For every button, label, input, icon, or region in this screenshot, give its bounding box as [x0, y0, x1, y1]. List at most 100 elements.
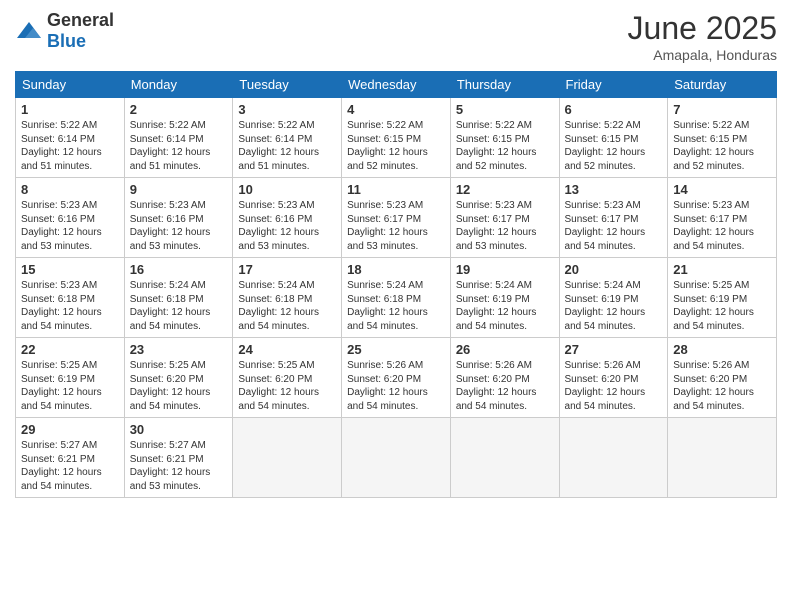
day-number: 5 — [456, 102, 554, 117]
table-row: 14Sunrise: 5:23 AMSunset: 6:17 PMDayligh… — [668, 178, 777, 258]
logo-icon — [15, 20, 43, 42]
day-info: Sunrise: 5:22 AMSunset: 6:14 PMDaylight:… — [130, 119, 228, 173]
table-row — [233, 418, 342, 498]
day-number: 8 — [21, 182, 119, 197]
day-number: 4 — [347, 102, 445, 117]
table-row: 10 Sunrise: 5:23 AMSunset: 6:16 PMDayligh… — [233, 178, 342, 258]
table-row: 30Sunrise: 5:27 AMSunset: 6:21 PMDayligh… — [124, 418, 233, 498]
day-number: 18 — [347, 262, 445, 277]
weekday-header-row: Sunday Monday Tuesday Wednesday Thursday… — [16, 72, 777, 98]
table-row: 3 Sunrise: 5:22 AMSunset: 6:14 PMDaylight… — [233, 98, 342, 178]
header-wednesday: Wednesday — [342, 72, 451, 98]
calendar-table: Sunday Monday Tuesday Wednesday Thursday… — [15, 71, 777, 498]
header: General Blue June 2025 Amapala, Honduras — [15, 10, 777, 63]
logo-text: General Blue — [47, 10, 114, 52]
table-row: 7Sunrise: 5:22 AMSunset: 6:15 PMDaylight… — [668, 98, 777, 178]
day-info: Sunrise: 5:22 AMSunset: 6:15 PMDaylight:… — [347, 119, 445, 173]
day-number: 28 — [673, 342, 771, 357]
day-number: 21 — [673, 262, 771, 277]
day-info: Sunrise: 5:27 AMSunset: 6:21 PMDaylight:… — [130, 439, 228, 493]
day-number: 6 — [565, 102, 663, 117]
day-number: 2 — [130, 102, 228, 117]
day-info: Sunrise: 5:23 AMSunset: 6:17 PMDaylight:… — [456, 199, 554, 253]
table-row: 29 Sunrise: 5:27 AMSunset: 6:21 PMDayligh… — [16, 418, 125, 498]
header-friday: Friday — [559, 72, 668, 98]
table-row: 19 Sunrise: 5:24 AMSunset: 6:19 PMDayligh… — [450, 258, 559, 338]
table-row — [342, 418, 451, 498]
day-info: Sunrise: 5:25 AMSunset: 6:19 PMDaylight:… — [673, 279, 771, 333]
day-info: Sunrise: 5:22 AMSunset: 6:14 PMDaylight:… — [238, 119, 336, 173]
table-row: 6 Sunrise: 5:22 AMSunset: 6:15 PMDaylight… — [559, 98, 668, 178]
table-row — [559, 418, 668, 498]
day-info: Sunrise: 5:24 AMSunset: 6:19 PMDaylight:… — [565, 279, 663, 333]
table-row: 1 Sunrise: 5:22 AMSunset: 6:14 PMDaylight… — [16, 98, 125, 178]
day-info: Sunrise: 5:22 AMSunset: 6:15 PMDaylight:… — [673, 119, 771, 173]
day-info: Sunrise: 5:23 AMSunset: 6:17 PMDaylight:… — [347, 199, 445, 253]
day-info: Sunrise: 5:27 AMSunset: 6:21 PMDaylight:… — [21, 439, 119, 493]
day-number: 3 — [238, 102, 336, 117]
table-row: 16 Sunrise: 5:24 AMSunset: 6:18 PMDayligh… — [124, 258, 233, 338]
day-info: Sunrise: 5:24 AMSunset: 6:18 PMDaylight:… — [130, 279, 228, 333]
logo: General Blue — [15, 10, 114, 52]
calendar-row: 8 Sunrise: 5:23 AMSunset: 6:16 PMDaylight… — [16, 178, 777, 258]
day-info: Sunrise: 5:24 AMSunset: 6:19 PMDaylight:… — [456, 279, 554, 333]
day-number: 16 — [130, 262, 228, 277]
table-row: 28 Sunrise: 5:26 AMSunset: 6:20 PMDayligh… — [668, 338, 777, 418]
day-number: 17 — [238, 262, 336, 277]
table-row: 8 Sunrise: 5:23 AMSunset: 6:16 PMDaylight… — [16, 178, 125, 258]
header-saturday: Saturday — [668, 72, 777, 98]
table-row: 17Sunrise: 5:24 AMSunset: 6:18 PMDayligh… — [233, 258, 342, 338]
table-row: 11 Sunrise: 5:23 AMSunset: 6:17 PMDayligh… — [342, 178, 451, 258]
header-tuesday: Tuesday — [233, 72, 342, 98]
day-info: Sunrise: 5:26 AMSunset: 6:20 PMDaylight:… — [673, 359, 771, 413]
day-number: 22 — [21, 342, 119, 357]
table-row: 20Sunrise: 5:24 AMSunset: 6:19 PMDayligh… — [559, 258, 668, 338]
table-row: 22 Sunrise: 5:25 AMSunset: 6:19 PMDayligh… — [16, 338, 125, 418]
calendar-row: 29 Sunrise: 5:27 AMSunset: 6:21 PMDayligh… — [16, 418, 777, 498]
header-thursday: Thursday — [450, 72, 559, 98]
day-number: 29 — [21, 422, 119, 437]
calendar-row: 15 Sunrise: 5:23 AMSunset: 6:18 PMDayligh… — [16, 258, 777, 338]
day-info: Sunrise: 5:26 AMSunset: 6:20 PMDaylight:… — [347, 359, 445, 413]
day-number: 11 — [347, 182, 445, 197]
table-row: 24 Sunrise: 5:25 AMSunset: 6:20 PMDayligh… — [233, 338, 342, 418]
day-number: 24 — [238, 342, 336, 357]
day-info: Sunrise: 5:26 AMSunset: 6:20 PMDaylight:… — [565, 359, 663, 413]
table-row: 4 Sunrise: 5:22 AMSunset: 6:15 PMDaylight… — [342, 98, 451, 178]
header-sunday: Sunday — [16, 72, 125, 98]
day-info: Sunrise: 5:25 AMSunset: 6:20 PMDaylight:… — [130, 359, 228, 413]
logo-general: General — [47, 10, 114, 30]
table-row: 26Sunrise: 5:26 AMSunset: 6:20 PMDayligh… — [450, 338, 559, 418]
day-number: 1 — [21, 102, 119, 117]
day-info: Sunrise: 5:23 AMSunset: 6:17 PMDaylight:… — [565, 199, 663, 253]
day-number: 15 — [21, 262, 119, 277]
day-number: 13 — [565, 182, 663, 197]
day-number: 19 — [456, 262, 554, 277]
day-info: Sunrise: 5:23 AMSunset: 6:18 PMDaylight:… — [21, 279, 119, 333]
day-number: 14 — [673, 182, 771, 197]
day-info: Sunrise: 5:23 AMSunset: 6:16 PMDaylight:… — [238, 199, 336, 253]
day-info: Sunrise: 5:24 AMSunset: 6:18 PMDaylight:… — [347, 279, 445, 333]
table-row: 13 Sunrise: 5:23 AMSunset: 6:17 PMDayligh… — [559, 178, 668, 258]
table-row: 23 Sunrise: 5:25 AMSunset: 6:20 PMDayligh… — [124, 338, 233, 418]
table-row: 21 Sunrise: 5:25 AMSunset: 6:19 PMDayligh… — [668, 258, 777, 338]
header-monday: Monday — [124, 72, 233, 98]
day-number: 27 — [565, 342, 663, 357]
day-info: Sunrise: 5:22 AMSunset: 6:15 PMDaylight:… — [456, 119, 554, 173]
day-info: Sunrise: 5:22 AMSunset: 6:15 PMDaylight:… — [565, 119, 663, 173]
day-info: Sunrise: 5:25 AMSunset: 6:19 PMDaylight:… — [21, 359, 119, 413]
table-row — [450, 418, 559, 498]
day-info: Sunrise: 5:22 AMSunset: 6:14 PMDaylight:… — [21, 119, 119, 173]
day-info: Sunrise: 5:25 AMSunset: 6:20 PMDaylight:… — [238, 359, 336, 413]
table-row: 5 Sunrise: 5:22 AMSunset: 6:15 PMDaylight… — [450, 98, 559, 178]
table-row: 2 Sunrise: 5:22 AMSunset: 6:14 PMDaylight… — [124, 98, 233, 178]
calendar-row: 1 Sunrise: 5:22 AMSunset: 6:14 PMDaylight… — [16, 98, 777, 178]
day-number: 25 — [347, 342, 445, 357]
title-area: June 2025 Amapala, Honduras — [628, 10, 777, 63]
table-row: 27 Sunrise: 5:26 AMSunset: 6:20 PMDayligh… — [559, 338, 668, 418]
table-row: 15 Sunrise: 5:23 AMSunset: 6:18 PMDayligh… — [16, 258, 125, 338]
day-info: Sunrise: 5:23 AMSunset: 6:16 PMDaylight:… — [21, 199, 119, 253]
calendar-row: 22 Sunrise: 5:25 AMSunset: 6:19 PMDayligh… — [16, 338, 777, 418]
day-number: 23 — [130, 342, 228, 357]
day-number: 10 — [238, 182, 336, 197]
